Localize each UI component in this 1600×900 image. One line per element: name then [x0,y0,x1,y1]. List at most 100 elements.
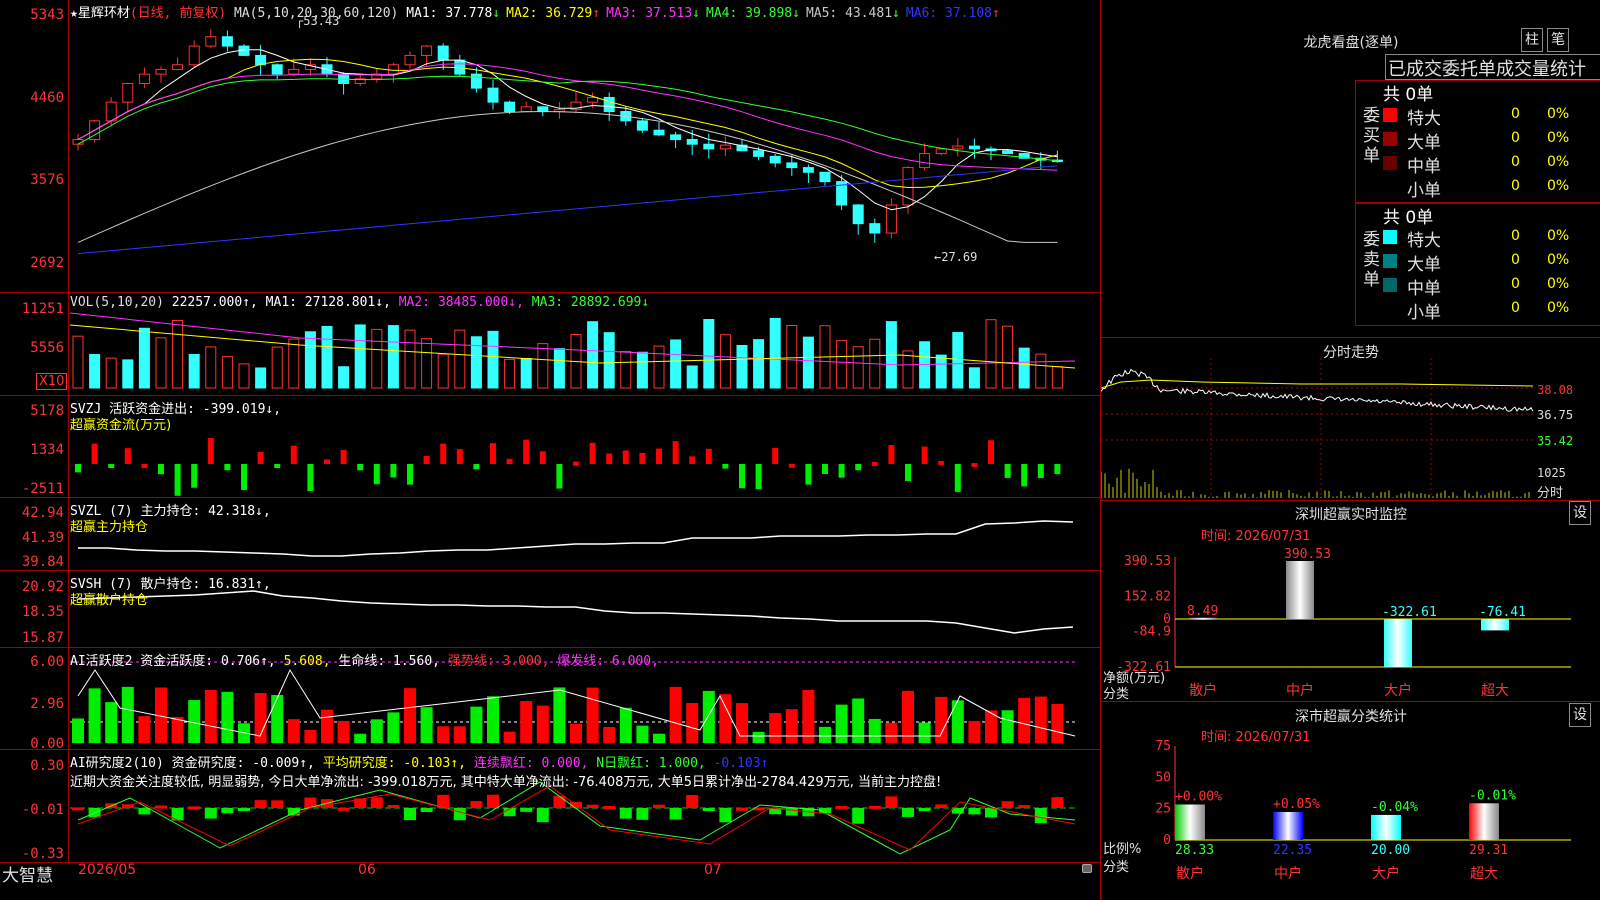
volume-bar [89,354,101,389]
fund-flow-bar [938,460,945,465]
stats-y-tick: 75 [1155,739,1171,754]
volume-bar [670,339,682,389]
volume-bar [769,317,781,389]
activity-bar [918,722,931,743]
candle [670,134,682,141]
activity-bar [370,719,383,743]
ma-header: ★星辉环材(日线, 前复权) MA(5,10,20,30,60,120) MA1… [70,2,1006,21]
research-bar [636,808,649,820]
stats-bar-散户 [1175,804,1205,840]
volume-ma3: MA3: 28892.699↓ [531,295,650,310]
ai-activity-panel[interactable]: 6.00 2.96 0.00 AI活跃度2 资金活跃度: 0.706↑, 5.6… [0,648,1100,752]
volume-bar [371,328,383,389]
position-line [77,590,1074,634]
fund-flow-bar [755,464,762,490]
volume-bar [304,331,316,389]
volume-bar [1002,325,1014,389]
buy-row: 小单 0 0% [1383,176,1600,201]
monitor-y-tick: 152.82 [1124,589,1171,604]
fund-flow-bar [274,464,281,468]
svzj-panel[interactable]: 5178 1334 -2511 SVZJ 活跃资金进出: -399.019↓, … [0,396,1100,498]
candle [968,145,980,150]
ai-lifeline-label: 生命线: 1.560, [338,654,440,669]
activity-bar [1051,704,1064,743]
stats-bar-大户 [1371,814,1401,840]
fund-flow-bar [871,461,878,466]
fund-flow-bar [656,448,662,464]
bar-view-button[interactable]: 柱 [1521,28,1543,52]
activity-bar [619,707,632,743]
volume-panel[interactable]: 11251 5556 X10 VOL(5,10,20) 22257.000↑, … [0,293,1100,396]
research-bar [271,800,284,808]
candle [188,45,200,66]
activity-bar [88,688,101,743]
fund-flow-bar [390,464,397,478]
candlestick-panel[interactable]: 5343 4460 3576 2692 ★星辉环材(日线, 前复权) MA(5,… [0,0,1100,293]
activity-bar [1001,710,1014,743]
research-bar [420,808,433,813]
research-bar [852,808,865,824]
volume-bar [437,353,449,389]
intraday-panel[interactable]: 分时走势 38.08 36.75 35.42 1025 分时 [1100,338,1600,501]
sell-name: 大单 [1407,255,1441,275]
fund-flow-bar [1004,464,1011,478]
volume-bar [553,348,565,389]
intraday-vol-label: 分时 [1537,486,1564,501]
period-label[interactable]: (日线, 前复权) [130,6,226,21]
volume-label: VOL(5,10,20) [70,295,164,310]
ai-activity-header: AI活跃度2 资金活跃度: 0.706↑, 5.608, 生命线: 1.560,… [70,650,659,669]
sell-pct: 0% [1547,276,1570,292]
research-bar [653,804,665,808]
lhb-tabs[interactable]: 已成交委托单成交量统计 [1385,54,1600,80]
fund-flow-bar [257,451,264,464]
research-bar [553,795,566,808]
tick-view-button[interactable]: 笔 [1547,28,1569,52]
svsh-panel[interactable]: 20.92 18.35 15.87 SVSH (7) 散户持仓: 16.831↑… [0,571,1100,648]
sell-name: 特大 [1407,231,1441,251]
ai-activity-label: AI活跃度2 资金活跃度: 0.706↑, [70,654,276,669]
candle [221,36,233,47]
intraday-chart[interactable] [1101,338,1600,500]
monitor-bar-label: -76.41 [1479,605,1526,620]
ma-value-6: MA6: 37.108↑ [905,6,1000,21]
research-line [77,781,1076,855]
fund-flow-bar [108,464,115,468]
sell-row: 中单 0 0% [1383,274,1600,299]
research-bar [487,794,499,808]
sell-count: 0 [1511,276,1520,292]
volume-bar [105,357,117,389]
volume-bar [221,356,233,389]
volume-bar [122,359,134,389]
volume-bar [271,346,283,389]
research-bar [536,808,549,823]
activity-bar [304,729,317,743]
lock-icon[interactable] [1082,864,1092,873]
candle [935,148,947,155]
stats-y-tick: 50 [1155,770,1171,785]
volume-bar [387,325,399,389]
volume-bar [470,336,482,389]
svzl-panel[interactable]: 42.94 41.39 39.84 SVZL (7) 主力持仓: 42.318↓… [0,498,1100,571]
volume-bar [205,346,217,389]
monitor-category-label: 散户 [1189,682,1217,699]
activity-bar [1018,697,1031,743]
bottom-bar: 大智慧 2026/05 06 07 [0,862,1100,900]
activity-bar [453,726,466,743]
monitor-y-tick: -84.9 [1132,625,1171,640]
stats-y-tick: 0 [1163,833,1171,848]
activity-bar [719,694,732,743]
activity-bar [951,700,964,743]
volume-bar [404,329,416,389]
fund-flow-bar [954,464,961,492]
sell-total: 共 0单 [1383,208,1434,228]
ai-research-panel[interactable]: 0.30 -0.01 -0.33 AI研究度2(10) 资金研究度: -0.00… [0,750,1100,863]
activity-bar [503,731,516,743]
fund-flow-bar [639,452,646,464]
buy-name: 小单 [1407,181,1441,201]
stats-value-label: 28.33 [1175,843,1214,858]
activity-bar [669,686,682,743]
candlestick-chart[interactable] [0,0,1100,292]
activity-bar [287,719,300,743]
research-bar [868,805,881,809]
research-bar [238,808,250,811]
